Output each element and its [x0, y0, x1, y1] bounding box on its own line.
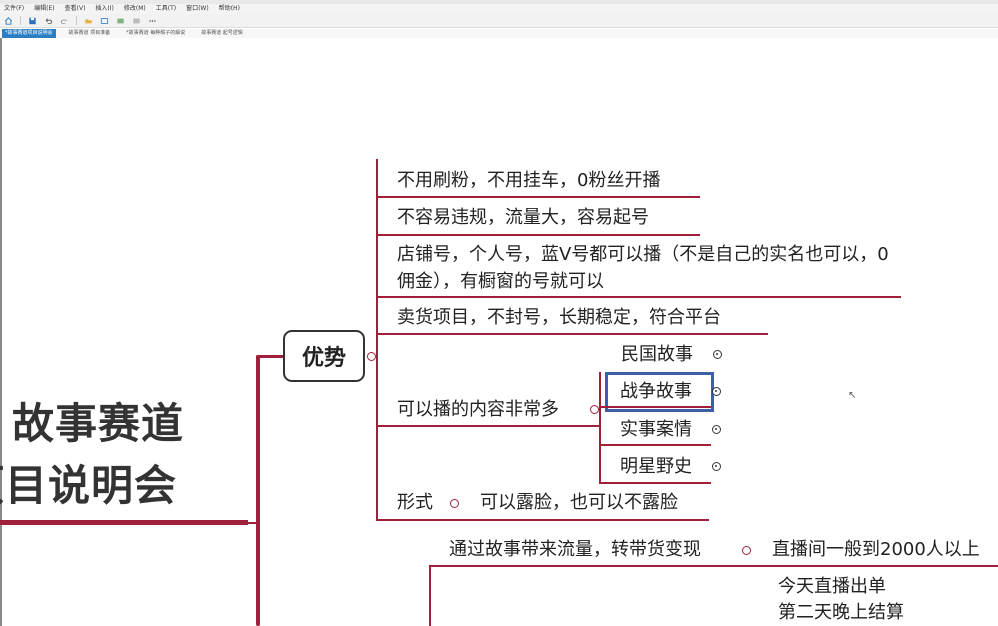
branch-account-types[interactable]: 店铺号，个人号，蓝V号都可以播（不是自己的实名也可以，0佣金），有橱窗的号就可以 — [397, 241, 897, 295]
branch-low-violation[interactable]: 不容易违规，流量大，容易起号 — [397, 204, 649, 231]
trunk-to-main — [256, 355, 284, 358]
redo-icon[interactable] — [60, 17, 69, 25]
leaf-real-cases[interactable]: 实事案情 — [620, 416, 692, 443]
leaf-republic-story[interactable]: 民国故事 — [621, 341, 693, 368]
branch-format[interactable]: 形式 — [397, 489, 433, 516]
collapse-advantages[interactable] — [367, 352, 376, 361]
root-underline — [0, 520, 248, 525]
branch-no-fans-needed[interactable]: 不用刷粉，不用挂车，0粉丝开播 — [397, 167, 660, 194]
branch-underline — [376, 296, 901, 298]
menu-modify[interactable]: 修改(M) — [124, 4, 146, 14]
expand-celebrity-gossip[interactable] — [712, 462, 721, 471]
menu-tools[interactable]: 工具(T) — [156, 4, 176, 14]
toolbar-separator — [76, 16, 77, 25]
note-order-today[interactable]: 今天直播出单 — [778, 573, 886, 600]
menu-edit[interactable]: 编辑(E) — [34, 4, 54, 14]
collapse-content-variety[interactable] — [590, 405, 599, 414]
topic-spine — [429, 565, 431, 626]
folder-icon[interactable] — [84, 17, 93, 25]
leaf-celebrity-gossip[interactable]: 明星野史 — [620, 453, 692, 480]
root-title-line1[interactable]: 故事赛道 — [12, 390, 184, 451]
branch-spine — [376, 159, 378, 520]
mindmap-canvas[interactable]: 故事赛道 项目说明会 优势 不用刷粉，不用挂车，0粉丝开播 不容易违规，流量大，… — [0, 38, 998, 626]
menu-file[interactable]: 文件(F) — [4, 4, 24, 14]
tab-project-prep[interactable]: 故事赛道 项目准备 — [66, 29, 114, 38]
undo-icon[interactable] — [44, 17, 53, 25]
topic-traffic-to-sales[interactable]: 通过故事带来流量，转带货变现 — [449, 536, 701, 563]
tab-project-briefing[interactable]: *故事赛道项目说明会 — [2, 29, 56, 38]
more-icon[interactable] — [148, 17, 157, 25]
branch-content-variety[interactable]: 可以播的内容非常多 — [397, 396, 559, 423]
branch-underline — [376, 196, 700, 198]
tab-account-logic[interactable]: 故事赛道 起号逻辑 — [198, 29, 246, 38]
outline-icon[interactable] — [132, 17, 141, 25]
menu-view[interactable]: 查看(V) — [65, 4, 86, 14]
leaf-underline — [599, 406, 711, 408]
collapse-format[interactable] — [450, 499, 459, 508]
image-icon[interactable] — [116, 17, 125, 25]
collapse-traffic-to-sales[interactable] — [742, 546, 751, 555]
expand-war-story[interactable] — [712, 387, 721, 396]
menu-bar: 文件(F) 编辑(E) 查看(V) 插入(I) 修改(M) 工具(T) 窗口(W… — [0, 4, 998, 14]
mouse-cursor-icon: ↖ — [848, 390, 857, 401]
node-advantages[interactable]: 优势 — [283, 330, 365, 382]
topic-viewers-over-2000[interactable]: 直播间一般到2000人以上 — [772, 536, 980, 563]
branch-underline — [376, 234, 700, 236]
document-tabs: *故事赛道项目说明会 故事赛道 项目准备 *故事赛道 每种稿子的解说 故事赛道 … — [0, 29, 998, 38]
export-icon[interactable] — [100, 17, 109, 25]
leaf-underline — [599, 482, 711, 484]
branch-underline — [376, 519, 709, 521]
save-icon[interactable] — [28, 17, 37, 25]
tab-script-commentary[interactable]: *故事赛道 每种稿子的解说 — [123, 29, 188, 38]
menu-insert[interactable]: 插入(I) — [95, 4, 113, 14]
branch-stable-project[interactable]: 卖货项目，不封号，长期稳定，符合平台 — [397, 304, 721, 331]
menu-help[interactable]: 帮助(H) — [219, 4, 240, 14]
topic-underline — [429, 565, 998, 567]
expand-republic-story[interactable] — [713, 350, 722, 359]
leaf-war-story[interactable]: 战争故事 — [620, 378, 692, 405]
toolbar — [0, 14, 998, 28]
toolbar-separator — [20, 16, 21, 25]
note-settle-next-day[interactable]: 第二天晚上结算 — [778, 599, 904, 626]
home-icon[interactable] — [4, 16, 13, 25]
leaf-underline — [599, 444, 711, 446]
branch-underline — [376, 425, 600, 427]
menu-window[interactable]: 窗口(W) — [186, 4, 209, 14]
trunk-vertical — [256, 356, 260, 626]
sub-spine — [599, 372, 601, 484]
root-title-line2[interactable]: 项目说明会 — [0, 452, 177, 513]
expand-real-cases[interactable] — [712, 425, 721, 434]
branch-underline — [376, 333, 768, 335]
branch-face-optional[interactable]: 可以露脸，也可以不露脸 — [480, 489, 678, 516]
